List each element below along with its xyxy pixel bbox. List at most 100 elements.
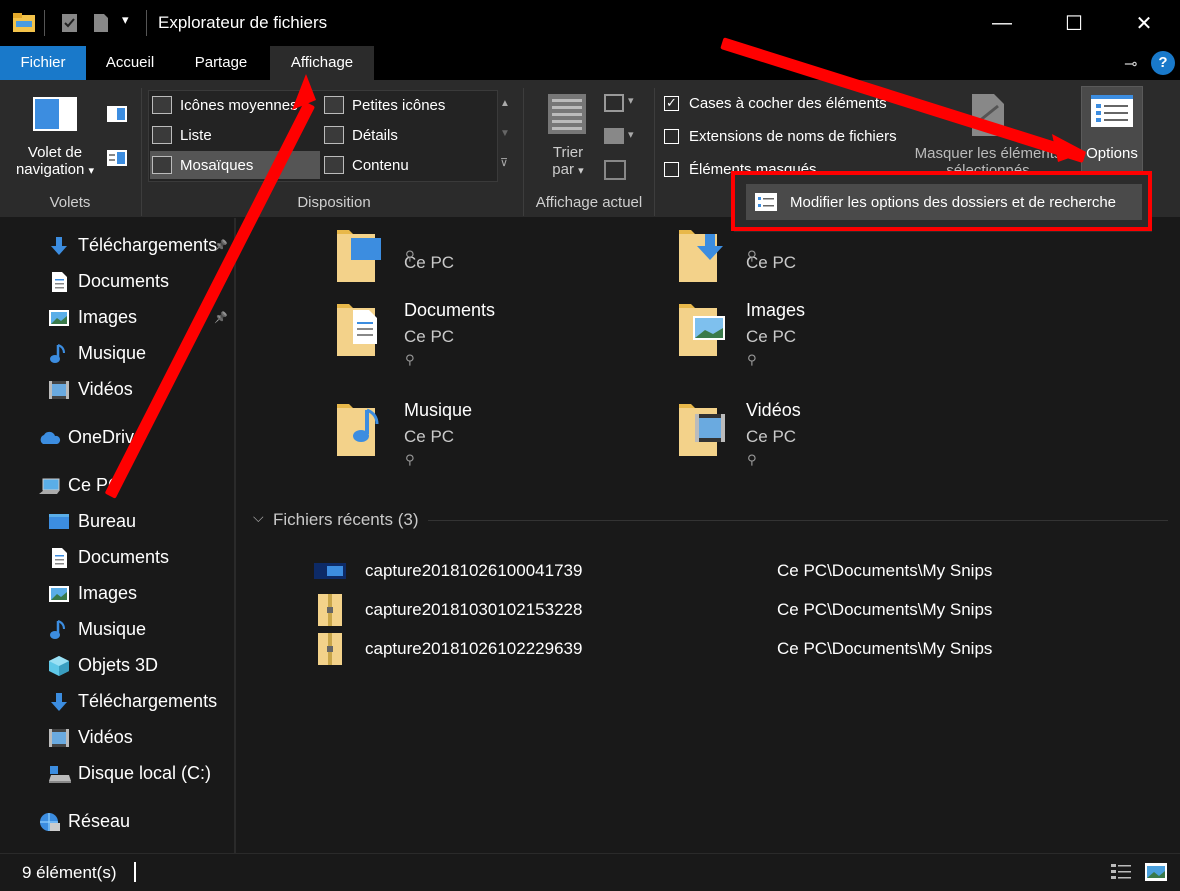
navigation-pane-label-2: navigation bbox=[15, 161, 85, 178]
sidebar-item-11[interactable]: Musique bbox=[0, 611, 236, 647]
recent-file-row[interactable]: capture20181026102229639 Ce PC\Documents\… bbox=[310, 630, 1170, 668]
tab-partage[interactable]: Partage bbox=[178, 46, 264, 80]
recent-file-row[interactable]: capture20181026100041739 Ce PC\Documents\… bbox=[310, 552, 1170, 590]
new-folder-icon[interactable] bbox=[92, 12, 112, 32]
tab-fichier[interactable]: Fichier bbox=[0, 46, 86, 80]
download-icon bbox=[48, 235, 70, 255]
tile-location: Ce PC bbox=[404, 427, 455, 446]
sort-by-label-1: Trier bbox=[552, 144, 584, 161]
video-icon bbox=[48, 727, 70, 747]
maximize-button[interactable]: ☐ bbox=[1038, 0, 1110, 46]
gallery-up-icon[interactable]: ▲ bbox=[500, 98, 510, 109]
sidebar-item-label: Disque local (C:) bbox=[78, 762, 212, 783]
recent-files-header[interactable]: Fichiers récents (3) bbox=[273, 510, 418, 530]
sidebar-item-label: Images bbox=[78, 582, 138, 603]
content-icon bbox=[324, 156, 344, 174]
details-icon bbox=[324, 126, 344, 144]
layout-tiles-label: Mosaïques bbox=[180, 156, 254, 174]
pin-ribbon-icon[interactable]: ⊸ bbox=[1124, 54, 1137, 74]
quick-access-tile[interactable] bbox=[335, 398, 635, 468]
size-columns-icon[interactable] bbox=[604, 160, 626, 180]
customize-toolbar-icon[interactable]: ▾ bbox=[122, 12, 129, 28]
sidebar-item-label: Documents bbox=[78, 270, 170, 291]
sidebar-item-8[interactable]: Bureau bbox=[0, 503, 236, 539]
small-icons-icon bbox=[324, 96, 344, 114]
pin-icon: ⚲ bbox=[405, 352, 415, 367]
gallery-down-icon[interactable]: ▼ bbox=[500, 128, 510, 139]
quick-access-tile[interactable] bbox=[677, 398, 977, 468]
close-button[interactable]: ✕ bbox=[1108, 0, 1180, 46]
recent-file-name: capture20181026100041739 bbox=[365, 561, 583, 580]
sidebar-item-2[interactable]: Documents📌 bbox=[0, 263, 236, 299]
sort-by-icon bbox=[548, 94, 586, 134]
folder-icon bbox=[679, 304, 725, 356]
document-icon bbox=[48, 547, 70, 568]
window-title: Explorateur de fichiers bbox=[158, 13, 328, 32]
sidebar-item-13[interactable]: Téléchargements bbox=[0, 683, 236, 719]
medium-icons-icon bbox=[152, 96, 172, 114]
status-divider bbox=[134, 862, 136, 882]
sidebar-item-label: Objets 3D bbox=[78, 654, 159, 675]
arrowhead-up bbox=[292, 74, 316, 110]
sidebar-item-14[interactable]: Vidéos bbox=[0, 719, 236, 755]
quick-access-tile[interactable] bbox=[335, 224, 635, 294]
details-pane-icon[interactable] bbox=[106, 149, 128, 167]
sidebar-item-label: Bureau bbox=[78, 510, 137, 531]
help-icon[interactable]: ? bbox=[1151, 51, 1175, 75]
file-extensions-toggle[interactable]: Extensions de noms de fichiers bbox=[664, 121, 897, 151]
sidebar-item-label: Téléchargements bbox=[78, 690, 218, 711]
sidebar-item-16[interactable]: Réseau bbox=[0, 803, 236, 839]
item-checkboxes-toggle[interactable]: ✓ Cases à cocher des éléments bbox=[664, 88, 887, 118]
tile-location: Ce PC bbox=[404, 327, 455, 346]
layout-small-icons[interactable]: Petites icônes bbox=[322, 91, 494, 119]
checkbox-unchecked-icon bbox=[664, 161, 679, 177]
preview-pane-icon[interactable] bbox=[106, 105, 128, 123]
section-divider bbox=[428, 520, 1168, 521]
layout-content[interactable]: Contenu bbox=[322, 151, 494, 179]
quick-access-tile[interactable] bbox=[677, 224, 977, 294]
sort-by-label-2: par bbox=[552, 161, 574, 178]
navigation-pane-button[interactable]: Volet de navigation ▾ bbox=[0, 144, 110, 178]
drive-icon bbox=[48, 763, 71, 783]
add-columns-icon[interactable] bbox=[604, 128, 624, 144]
quick-access-tile[interactable] bbox=[677, 298, 977, 368]
checkbox-checked-icon: ✓ bbox=[664, 95, 679, 111]
sidebar-item-label: Vidéos bbox=[78, 378, 133, 399]
sidebar-item-12[interactable]: Objets 3D bbox=[0, 647, 236, 683]
folder-icon bbox=[337, 230, 381, 282]
tile-location: Ce PC bbox=[746, 427, 797, 446]
details-view-icon[interactable] bbox=[1110, 862, 1132, 882]
chevron-down-icon[interactable]: ⌵ bbox=[253, 509, 264, 526]
sort-by-button[interactable]: Trier par ▾ bbox=[536, 144, 600, 178]
large-icons-view-icon[interactable] bbox=[1144, 862, 1168, 882]
layout-tiles[interactable]: Mosaïques bbox=[150, 151, 320, 179]
group-by-icon[interactable] bbox=[604, 94, 624, 112]
sidebar-item-15[interactable]: Disque local (C:) bbox=[0, 755, 236, 791]
sidebar-item-label: Réseau bbox=[68, 810, 131, 831]
list-icon bbox=[152, 126, 172, 144]
sidebar-item-label: Musique bbox=[78, 618, 147, 639]
sidebar-item-4[interactable]: Musique bbox=[0, 335, 236, 371]
sidebar-item-1[interactable]: Téléchargements 📌 bbox=[0, 227, 236, 263]
folder-icon bbox=[337, 304, 377, 356]
properties-icon[interactable] bbox=[60, 12, 80, 32]
tile-name: Images bbox=[746, 300, 806, 320]
close-icon: ✕ bbox=[1135, 12, 1153, 35]
sidebar-item-10[interactable]: Images bbox=[0, 575, 236, 611]
layout-list-label: Liste bbox=[180, 126, 212, 144]
image-icon bbox=[48, 583, 70, 603]
layout-details[interactable]: Détails bbox=[322, 121, 494, 149]
tile-location: Ce PC bbox=[746, 327, 797, 346]
folder-icon bbox=[337, 404, 379, 456]
sidebar-item-6[interactable]: OneDrive bbox=[0, 419, 236, 455]
gallery-more-icon[interactable]: ⊽ bbox=[500, 156, 508, 169]
item-count: 9 élément(s) bbox=[22, 863, 117, 882]
sidebar-item-9[interactable]: Documents bbox=[0, 539, 236, 575]
minimize-button[interactable]: — bbox=[966, 0, 1038, 46]
recent-file-row[interactable]: capture20181030102153228 Ce PC\Documents\… bbox=[310, 591, 1170, 629]
folder-icon bbox=[679, 230, 723, 282]
tab-accueil[interactable]: Accueil bbox=[90, 46, 170, 80]
cube-icon bbox=[48, 655, 70, 676]
sidebar-item-5[interactable]: Vidéos bbox=[0, 371, 236, 407]
sidebar-item-label: Images bbox=[78, 306, 138, 327]
